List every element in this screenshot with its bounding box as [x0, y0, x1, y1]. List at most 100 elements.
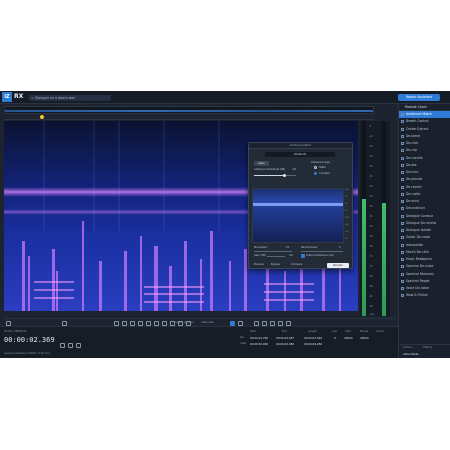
module-item[interactable]: Interpolate [399, 242, 450, 249]
module-panel: Module Chain Ambience Match Breath Contro… [398, 104, 450, 358]
module-icon [401, 156, 404, 160]
module-item[interactable]: De-click [399, 140, 450, 147]
module-item[interactable]: Deconstruct [399, 205, 450, 212]
bypass-button[interactable]: Bypass [271, 263, 280, 266]
module-item[interactable]: Breath Control [399, 118, 450, 125]
attenuate-select[interactable]: Attenuate [201, 321, 214, 324]
module-icon [401, 163, 404, 167]
freq-scale-label: 200 [345, 224, 349, 226]
izotope-logo: iZ [2, 92, 12, 102]
module-item[interactable]: De-bleed [399, 133, 450, 140]
view-start-value[interactable]: 00:00:00.000 [250, 342, 268, 346]
history-panel: Actions History Initial State [399, 344, 450, 358]
module-item-label: Voice De-noise [406, 286, 429, 290]
module-item[interactable]: Center Extract [399, 126, 450, 133]
module-item[interactable]: Dialogue De-reverb [399, 220, 450, 227]
low-label: Low [332, 330, 338, 333]
module-item-label: Spectral Repair [406, 278, 430, 283]
playhead-marker[interactable] [40, 115, 44, 119]
movement-value[interactable]: 10 [286, 246, 289, 249]
module-icon [401, 134, 404, 138]
module-item[interactable]: Spectral De-noise [399, 263, 450, 270]
time-ruler[interactable] [4, 115, 374, 120]
ambience-match-dialog: Ambience Match [Default] Learn Ambience … [248, 142, 353, 269]
history-tab[interactable]: History [423, 346, 432, 349]
module-item[interactable]: De-wind [399, 198, 450, 205]
top-bar: iZ RX × Dialogue on a beach.wav Repair A… [0, 91, 450, 104]
threshold-slider-knob[interactable] [283, 174, 286, 177]
complex-option[interactable]: Complex [319, 172, 330, 175]
sel-start-value[interactable]: 00:00:01.760 [250, 336, 268, 340]
compare-button[interactable]: Compare [291, 263, 302, 266]
close-icon[interactable]: × [31, 95, 34, 101]
render-button[interactable]: Render [327, 263, 349, 268]
loop-icon[interactable] [76, 343, 81, 348]
module-icon [401, 192, 404, 196]
gain-value[interactable]: 0.0 [289, 254, 293, 257]
module-icon [401, 258, 404, 261]
randomness-value[interactable]: 0 [339, 246, 341, 249]
play-icon[interactable] [68, 343, 73, 348]
module-item[interactable]: De-reverb [399, 184, 450, 191]
module-item[interactable]: Mouth De-click [399, 249, 450, 256]
module-item[interactable]: Dialogue Contour [399, 213, 450, 220]
view-end-value[interactable]: 00:00:02.286 [276, 342, 294, 346]
threshold-value[interactable]: -10 [292, 168, 296, 171]
movement-slider[interactable] [254, 251, 292, 252]
static-radio[interactable] [314, 166, 317, 169]
db-scale-label: -90 [369, 295, 373, 298]
actions-tab[interactable]: Actions [403, 346, 412, 349]
randomness-slider[interactable] [301, 251, 343, 252]
preset-selector[interactable]: [Default] [265, 152, 335, 157]
module-item-label: Dialogue Isolate [406, 228, 431, 232]
module-icon [401, 149, 404, 153]
complex-radio[interactable] [314, 172, 317, 175]
gain-slider[interactable] [267, 256, 285, 257]
module-item[interactable]: De-ess [399, 162, 450, 169]
module-item[interactable]: De-clip [399, 147, 450, 154]
module-item[interactable]: Voice De-noise [399, 285, 450, 292]
file-tab[interactable]: × Dialogue on a beach.wav [29, 95, 111, 101]
repair-assistant-button[interactable]: Repair Assistant [398, 94, 440, 101]
module-chain-header[interactable]: Module Chain [399, 104, 450, 111]
output-ambience-checkbox[interactable] [301, 254, 305, 258]
low-value[interactable]: 0 [334, 336, 336, 340]
module-icon [401, 142, 404, 145]
freq-scale-label: 1k [345, 210, 348, 212]
db-scale-label: -20 [369, 155, 373, 158]
module-item[interactable]: De-hum [399, 169, 450, 176]
freq-scale-label: 5k [345, 196, 348, 198]
preview-button[interactable]: Preview [254, 263, 264, 266]
db-scale-label: -65 [369, 245, 373, 248]
sel-end-value[interactable]: 00:00:03.287 [276, 336, 294, 340]
ambience-type-label: Ambience type [311, 161, 330, 164]
record-icon[interactable] [60, 343, 65, 348]
history-item[interactable]: Initial State [403, 352, 418, 356]
dialog-title[interactable]: Ambience Match [249, 143, 352, 149]
range-value[interactable]: 24000 [360, 336, 369, 340]
db-scale-label: -100 [369, 313, 375, 316]
db-scale-label: -40 [369, 195, 373, 198]
module-item[interactable]: Music Rebalance [399, 256, 450, 263]
sel-length-value[interactable]: 00:00:01.526 [304, 336, 322, 340]
module-item[interactable]: De-plosive [399, 176, 450, 183]
learn-button[interactable]: Learn [254, 161, 269, 166]
module-item[interactable]: Dialogue Isolate [399, 227, 450, 234]
static-option[interactable]: Static [319, 166, 326, 169]
module-item[interactable]: Wow & Flutter [399, 292, 450, 299]
module-item-label: Spectral Recovery [406, 271, 435, 276]
status-bar: 24-bit | 48000 Hz 00:00:02.369 Learned A… [0, 326, 398, 358]
module-item[interactable]: De-crackle [399, 155, 450, 162]
high-value[interactable]: 24000 [344, 336, 353, 340]
module-item-label: Dialogue De-reverb [406, 220, 437, 225]
module-item[interactable]: Guitar De-noise [399, 234, 450, 241]
waveform-overview[interactable] [4, 106, 374, 114]
module-item[interactable]: De-rustle [399, 191, 450, 198]
module-item[interactable]: Spectral Repair [399, 278, 450, 285]
freq-scale-label: 2k [345, 203, 348, 205]
view-length-value[interactable]: 00:00:02.286 [304, 342, 322, 346]
db-scale-label: -50 [369, 215, 373, 218]
freq-scale-label: 50 [345, 238, 348, 240]
module-item[interactable]: Spectral Recovery [399, 271, 450, 278]
module-item[interactable]: Ambience Match [399, 111, 450, 119]
